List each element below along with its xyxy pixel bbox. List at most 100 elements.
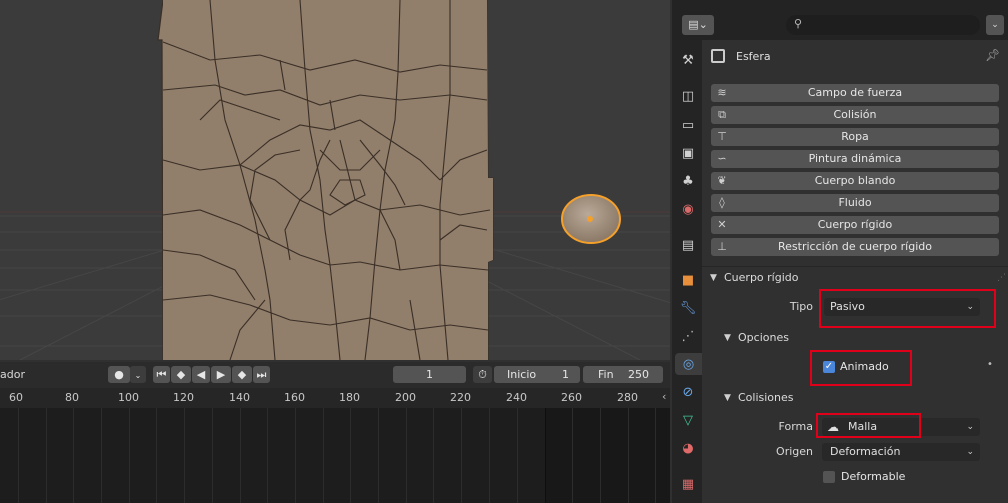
collisions-subpanel-header[interactable]: ▼ Colisiones xyxy=(702,387,1008,409)
origen-dropdown[interactable]: Deformación ⌄ xyxy=(822,443,980,461)
ruler-tick: 140 xyxy=(229,391,250,404)
rigid-body-label: Cuerpo rígido xyxy=(817,218,893,231)
chevron-down-icon: ▼ xyxy=(710,273,717,283)
rigid-body-button[interactable]: ✕ Cuerpo rígido xyxy=(711,216,999,234)
material-icon[interactable]: ◕ xyxy=(677,437,699,459)
properties-tabs: ⚒ ◫ ▭ ▣ ♣ ◉ ▤ ■ 🔧︎ ⋰ ◎ ⊘ ▽ ◕ ▦ xyxy=(672,40,702,503)
physics-icon[interactable]: ◎ xyxy=(675,353,702,375)
viewport-scene xyxy=(0,0,670,360)
origen-label: Origen xyxy=(776,445,813,458)
stopwatch-icon[interactable]: ⏱ xyxy=(473,366,492,383)
deformable-checkbox[interactable] xyxy=(823,471,835,483)
keyframe-dot-button[interactable]: ● xyxy=(108,366,130,383)
ruler-tick: 180 xyxy=(339,391,360,404)
chevron-down-icon: ⌄ xyxy=(966,422,974,432)
ruler-tick: 60 xyxy=(9,391,23,404)
rigid-body-constraint-button[interactable]: ⊥ Restricción de cuerpo rígido xyxy=(711,238,999,256)
soft-body-button[interactable]: ❦ Cuerpo blando xyxy=(711,172,999,190)
next-keyframe-button[interactable]: ◆ xyxy=(232,366,252,383)
dynamic-paint-label: Pintura dinámica xyxy=(808,152,902,165)
chevron-left-icon[interactable]: ‹ xyxy=(662,390,666,403)
jump-end-button[interactable]: ⏭ xyxy=(253,366,270,383)
editor-type-button[interactable]: ▤⌄ xyxy=(682,15,714,35)
properties-header: ▤⌄ ⚲ ⌄ xyxy=(672,0,1008,40)
play-button[interactable]: ▶ xyxy=(211,366,231,383)
timeline-mode-label[interactable]: ador xyxy=(0,368,25,381)
ruler-tick: 260 xyxy=(561,391,582,404)
collision-icon: ⧉ xyxy=(718,108,726,121)
search-input[interactable]: ⚲ xyxy=(786,15,980,35)
tool-icon[interactable]: ⚒ xyxy=(677,49,699,71)
start-frame-field[interactable]: Inicio 1 xyxy=(494,366,580,383)
scene-icon[interactable]: ♣ xyxy=(677,170,699,192)
rigid-body-icon: ✕ xyxy=(717,218,727,231)
chevron-down-icon: ▼ xyxy=(724,333,731,343)
modifier-icon[interactable]: 🔧︎ xyxy=(677,297,699,319)
origen-value: Deformación xyxy=(830,445,901,458)
force-field-button[interactable]: ≋ Campo de fuerza xyxy=(711,84,999,102)
3d-viewport[interactable] xyxy=(0,0,670,360)
texture-icon[interactable]: ▦ xyxy=(677,473,699,495)
world-icon[interactable]: ◉ xyxy=(677,198,699,220)
data-icon[interactable]: ▽ xyxy=(677,409,699,431)
dynamic-paint-button[interactable]: ∽ Pintura dinámica xyxy=(711,150,999,168)
highlight-box xyxy=(819,289,996,328)
timeline-ruler[interactable]: 60 80 100 120 140 160 180 200 220 240 26… xyxy=(0,388,670,408)
cloth-button[interactable]: ⊤ Ropa xyxy=(711,128,999,146)
ruler-tick: 160 xyxy=(284,391,305,404)
soft-body-icon: ❦ xyxy=(717,174,727,187)
pin-icon[interactable]: 📌︎ xyxy=(985,48,1000,62)
object-icon xyxy=(711,49,725,63)
ruler-tick: 280 xyxy=(617,391,638,404)
render-icon[interactable]: ◫ xyxy=(677,85,699,107)
cloth-label: Ropa xyxy=(841,130,869,143)
chevron-down-icon: ⌄ xyxy=(966,447,974,457)
timeline-header: ador ● ⌄ ⏮ ◆ ◀ ▶ ◆ ⏭ 1 ⏱ Inicio 1 Fin 25… xyxy=(0,362,670,388)
options-dropdown[interactable]: ⌄ xyxy=(986,15,1004,35)
end-frame-value: 250 xyxy=(628,368,649,381)
highlight-box xyxy=(816,413,921,438)
jump-start-button[interactable]: ⏮ xyxy=(153,366,170,383)
forma-label: Forma xyxy=(778,420,813,433)
ruler-tick: 80 xyxy=(65,391,79,404)
constraints-icon[interactable]: ⊘ xyxy=(677,381,699,403)
fluid-button[interactable]: ◊ Fluido xyxy=(711,194,999,212)
play-reverse-button[interactable]: ◀ xyxy=(192,366,210,383)
ruler-tick: 220 xyxy=(450,391,471,404)
rigid-body-panel-header[interactable]: ▼ Cuerpo rígido ⋰ xyxy=(702,267,1008,289)
ruler-tick: 200 xyxy=(395,391,416,404)
options-subpanel-header[interactable]: ▼ Opciones xyxy=(702,327,1008,349)
prev-keyframe-button[interactable]: ◆ xyxy=(171,366,191,383)
chevron-down-icon: ▼ xyxy=(724,393,731,403)
collisions-title: Colisiones xyxy=(738,391,794,404)
end-frame-field[interactable]: Fin 250 xyxy=(583,366,663,383)
fluid-label: Fluido xyxy=(838,196,872,209)
fractured-wall[interactable] xyxy=(157,0,494,360)
start-frame-label: Inicio xyxy=(507,368,537,381)
collision-label: Colisión xyxy=(833,108,877,121)
deformable-label: Deformable xyxy=(841,470,906,483)
ruler-tick: 240 xyxy=(506,391,527,404)
force-field-label: Campo de fuerza xyxy=(807,86,903,99)
object-name: Esfera xyxy=(736,50,771,63)
particles-icon[interactable]: ⋰ xyxy=(677,325,699,347)
current-frame-field[interactable]: 1 xyxy=(393,366,466,383)
view-layer-icon[interactable]: ▣ xyxy=(677,142,699,164)
dynamic-paint-icon: ∽ xyxy=(717,152,727,165)
keying-dropdown[interactable]: ⌄ xyxy=(130,366,146,383)
soft-body-label: Cuerpo blando xyxy=(814,174,896,187)
ruler-tick: 120 xyxy=(173,391,194,404)
rigid-body-constraint-label: Restricción de cuerpo rígido xyxy=(778,240,932,253)
output-icon[interactable]: ▭ xyxy=(677,114,699,136)
keyframe-dot-icon[interactable]: • xyxy=(987,359,993,370)
selected-sphere[interactable] xyxy=(561,194,621,244)
force-field-icon: ≋ xyxy=(717,86,727,99)
end-frame-label: Fin xyxy=(598,368,614,381)
drag-handle-icon[interactable]: ⋰ xyxy=(997,267,1006,289)
rigid-body-title: Cuerpo rígido xyxy=(724,271,799,284)
collection-icon[interactable]: ▤ xyxy=(677,234,699,256)
options-title: Opciones xyxy=(738,331,789,344)
object-icon[interactable]: ■ xyxy=(677,269,699,291)
timeline-body[interactable] xyxy=(0,408,670,503)
collision-button[interactable]: ⧉ Colisión xyxy=(711,106,999,124)
